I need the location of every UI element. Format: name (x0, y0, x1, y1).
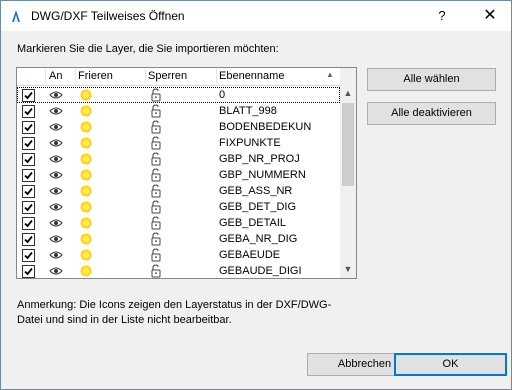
layer-list[interactable]: An Frieren Sperren Ebenenname ▲ 0 BLATT_9… (16, 67, 357, 279)
layer-name: GEB_DETAIL (219, 217, 287, 229)
layer-name: GEBAUDE_DIGI (219, 265, 302, 277)
eye-icon (49, 202, 63, 215)
layer-name: GBP_NUMMERN (219, 169, 306, 181)
sort-ascending-icon: ▲ (326, 70, 334, 79)
ok-button[interactable]: OK (394, 353, 507, 376)
eye-icon (49, 138, 63, 151)
layer-name: 0 (219, 89, 226, 101)
layer-name: GBP_NR_PROJ (219, 153, 300, 165)
deselect-all-button[interactable]: Alle deaktivieren (367, 102, 496, 125)
column-header-frieren[interactable]: Frieren (78, 70, 113, 82)
eye-icon (49, 154, 63, 167)
layer-name: GEBAEUDE (219, 249, 281, 261)
layer-name: FIXPUNKTE (219, 137, 281, 149)
layer-checkbox[interactable] (22, 233, 35, 246)
eye-icon (49, 106, 63, 119)
eye-icon (49, 170, 63, 183)
note-text: Anmerkung: Die Icons zeigen den Layersta… (17, 299, 332, 326)
layer-name: GEBA_NR_DIG (219, 233, 298, 245)
layer-checkbox[interactable] (22, 185, 35, 198)
sun-icon (79, 264, 93, 278)
table-row[interactable]: GEB_DETAIL (17, 215, 340, 231)
window-title: DWG/DXF Teilweises Öffnen (31, 9, 185, 23)
table-row[interactable]: GEB_DET_DIG (17, 199, 340, 215)
layer-name: BLATT_998 (219, 105, 277, 117)
table-row[interactable]: GEBA_NR_DIG (17, 231, 340, 247)
table-row[interactable]: BODENBEDEKUN (17, 119, 340, 135)
eye-icon (49, 234, 63, 247)
table-row[interactable]: GEB_ASS_NR (17, 183, 340, 199)
layer-checkbox[interactable] (22, 169, 35, 182)
lock-icon (150, 264, 162, 278)
help-button[interactable]: ? (427, 1, 457, 31)
column-header-an[interactable]: An (49, 70, 62, 82)
select-all-button[interactable]: Alle wählen (367, 68, 496, 91)
eye-icon (49, 186, 63, 199)
layer-name: GEB_ASS_NR (219, 185, 293, 197)
column-header-ebenenname[interactable]: Ebenenname (219, 70, 284, 82)
eye-icon (49, 90, 63, 103)
table-row[interactable]: BLATT_998 (17, 103, 340, 119)
eye-icon (49, 250, 63, 263)
layer-checkbox[interactable] (22, 217, 35, 230)
table-row[interactable]: GEBAUDE_DIGI (17, 263, 340, 278)
list-header: An Frieren Sperren Ebenenname ▲ (17, 68, 340, 86)
layer-checkbox[interactable] (22, 153, 35, 166)
instruction-label: Markieren Sie die Layer, die Sie importi… (17, 43, 279, 55)
layer-checkbox[interactable] (22, 89, 35, 102)
layer-checkbox[interactable] (22, 201, 35, 214)
layer-name: GEB_DET_DIG (219, 201, 297, 213)
layer-checkbox[interactable] (22, 105, 35, 118)
layer-name: BODENBEDEKUN (219, 121, 312, 133)
column-header-sperren[interactable]: Sperren (148, 70, 187, 82)
vertical-scrollbar[interactable]: ▲ ▼ (340, 68, 356, 278)
table-row[interactable]: FIXPUNKTE (17, 135, 340, 151)
layer-checkbox[interactable] (22, 249, 35, 262)
title-bar[interactable]: DWG/DXF Teilweises Öffnen ? ✕ (1, 1, 511, 31)
table-row[interactable]: 0 (17, 87, 340, 103)
scroll-up-icon[interactable]: ▲ (340, 86, 356, 100)
table-row[interactable]: GBP_NUMMERN (17, 167, 340, 183)
layer-checkbox[interactable] (22, 265, 35, 278)
table-row[interactable]: GEBAEUDE (17, 247, 340, 263)
layer-checkbox[interactable] (22, 121, 35, 134)
eye-icon (49, 122, 63, 135)
close-button[interactable]: ✕ (475, 1, 505, 31)
app-icon (12, 10, 20, 22)
scrollbar-thumb[interactable] (342, 103, 354, 186)
table-row[interactable]: GBP_NR_PROJ (17, 151, 340, 167)
layer-checkbox[interactable] (22, 137, 35, 150)
dialog-window: DWG/DXF Teilweises Öffnen ? ✕ Markieren … (0, 0, 512, 390)
eye-icon (49, 218, 63, 231)
scroll-down-icon[interactable]: ▼ (340, 262, 356, 276)
eye-icon (49, 266, 63, 278)
